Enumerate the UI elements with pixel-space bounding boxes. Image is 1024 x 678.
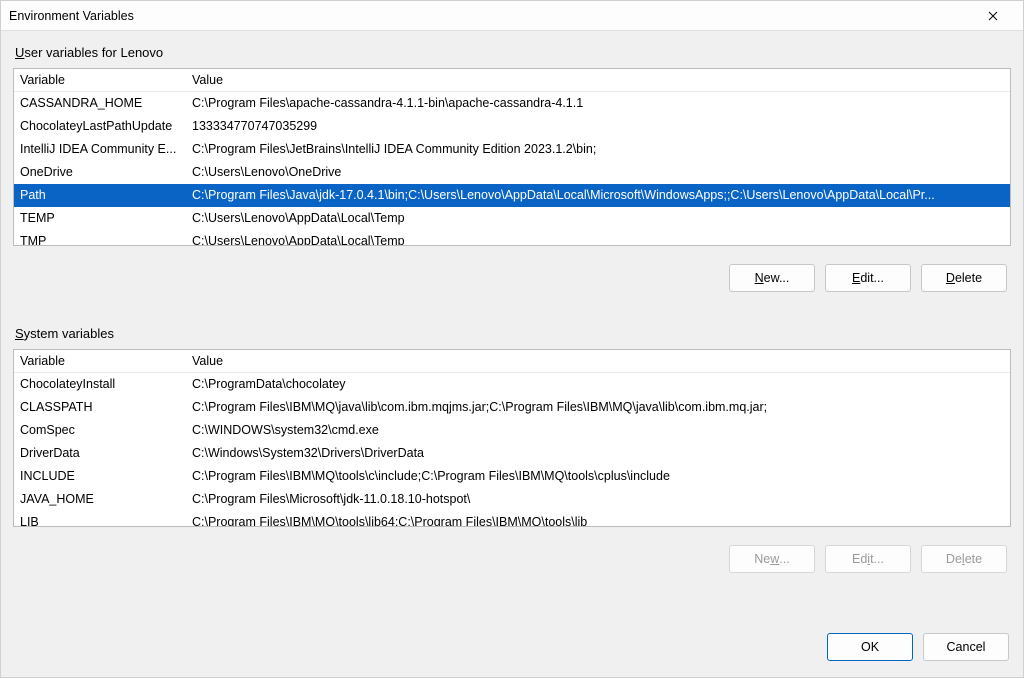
user-row-name: CASSANDRA_HOME [14,92,186,116]
user-row-value: C:\Program Files\apache-cassandra-4.1.1-… [186,92,1010,116]
system-row[interactable]: ChocolateyInstallC:\ProgramData\chocolat… [14,373,1010,397]
dialog-body: User variables for Lenovo Variable Value… [1,31,1023,625]
user-row[interactable]: TMPC:\Users\Lenovo\AppData\Local\Temp [14,230,1010,245]
close-icon [988,11,998,21]
dialog-footer: OK Cancel [1,625,1023,677]
system-row[interactable]: INCLUDEC:\Program Files\IBM\MQ\tools\c\i… [14,465,1010,488]
sys-col-variable[interactable]: Variable [14,350,186,373]
system-new-button[interactable]: New... [729,545,815,573]
user-row[interactable]: IntelliJ IDEA Community E...C:\Program F… [14,138,1010,161]
user-row[interactable]: ChocolateyLastPathUpdate1333347707470352… [14,115,1010,138]
user-row-name: TMP [14,230,186,245]
system-edit-button[interactable]: Edit... [825,545,911,573]
user-row-name: IntelliJ IDEA Community E... [14,138,186,161]
system-row[interactable]: JAVA_HOMEC:\Program Files\Microsoft\jdk-… [14,488,1010,511]
system-row-name: LIB [14,511,186,526]
user-row[interactable]: PathC:\Program Files\Java\jdk-17.0.4.1\b… [14,184,1010,207]
ok-button[interactable]: OK [827,633,913,661]
user-col-variable[interactable]: Variable [14,69,186,92]
system-row[interactable]: DriverDataC:\Windows\System32\Drivers\Dr… [14,442,1010,465]
user-row-name: Path [14,184,186,207]
user-row-name: OneDrive [14,161,186,184]
system-vars-list[interactable]: Variable Value ChocolateyInstallC:\Progr… [13,349,1011,527]
user-row-value: C:\Users\Lenovo\AppData\Local\Temp [186,230,1010,245]
system-row-value: C:\Program Files\IBM\MQ\tools\c\include;… [186,465,1010,488]
system-row-name: CLASSPATH [14,396,186,419]
close-button[interactable] [971,1,1015,31]
system-row-name: ChocolateyInstall [14,373,186,397]
system-row[interactable]: CLASSPATHC:\Program Files\IBM\MQ\java\li… [14,396,1010,419]
system-row-value: C:\Program Files\IBM\MQ\java\lib\com.ibm… [186,396,1010,419]
user-row[interactable]: TEMPC:\Users\Lenovo\AppData\Local\Temp [14,207,1010,230]
system-row[interactable]: ComSpecC:\WINDOWS\system32\cmd.exe [14,419,1010,442]
sys-col-value[interactable]: Value [186,350,1010,373]
system-row-value: C:\Windows\System32\Drivers\DriverData [186,442,1010,465]
system-row-name: ComSpec [14,419,186,442]
system-row-value: C:\ProgramData\chocolatey [186,373,1010,397]
env-vars-dialog: Environment Variables User variables for… [0,0,1024,678]
system-row-name: DriverData [14,442,186,465]
cancel-button[interactable]: Cancel [923,633,1009,661]
system-vars-label: System variables [13,326,1011,341]
system-row-name: JAVA_HOME [14,488,186,511]
user-edit-button[interactable]: Edit... [825,264,911,292]
system-row-value: C:\Program Files\IBM\MQ\tools\lib64;C:\P… [186,511,1010,526]
window-title: Environment Variables [9,9,971,23]
user-row-value: 133334770747035299 [186,115,1010,138]
system-buttons: New... Edit... Delete [13,533,1011,577]
user-row-value: C:\Users\Lenovo\AppData\Local\Temp [186,207,1010,230]
user-buttons: New... Edit... Delete [13,252,1011,296]
user-row-value: C:\Users\Lenovo\OneDrive [186,161,1010,184]
system-delete-button[interactable]: Delete [921,545,1007,573]
user-row-name: ChocolateyLastPathUpdate [14,115,186,138]
system-row-value: C:\WINDOWS\system32\cmd.exe [186,419,1010,442]
titlebar: Environment Variables [1,1,1023,31]
user-delete-button[interactable]: Delete [921,264,1007,292]
system-row-name: INCLUDE [14,465,186,488]
system-row-value: C:\Program Files\Microsoft\jdk-11.0.18.1… [186,488,1010,511]
user-new-button[interactable]: New... [729,264,815,292]
user-row-value: C:\Program Files\Java\jdk-17.0.4.1\bin;C… [186,184,1010,207]
user-row[interactable]: CASSANDRA_HOMEC:\Program Files\apache-ca… [14,92,1010,116]
user-vars-label: User variables for Lenovo [13,45,1011,60]
user-row-value: C:\Program Files\JetBrains\IntelliJ IDEA… [186,138,1010,161]
user-vars-list[interactable]: Variable Value CASSANDRA_HOMEC:\Program … [13,68,1011,246]
user-row-name: TEMP [14,207,186,230]
system-row[interactable]: LIBC:\Program Files\IBM\MQ\tools\lib64;C… [14,511,1010,526]
user-row[interactable]: OneDriveC:\Users\Lenovo\OneDrive [14,161,1010,184]
user-col-value[interactable]: Value [186,69,1010,92]
